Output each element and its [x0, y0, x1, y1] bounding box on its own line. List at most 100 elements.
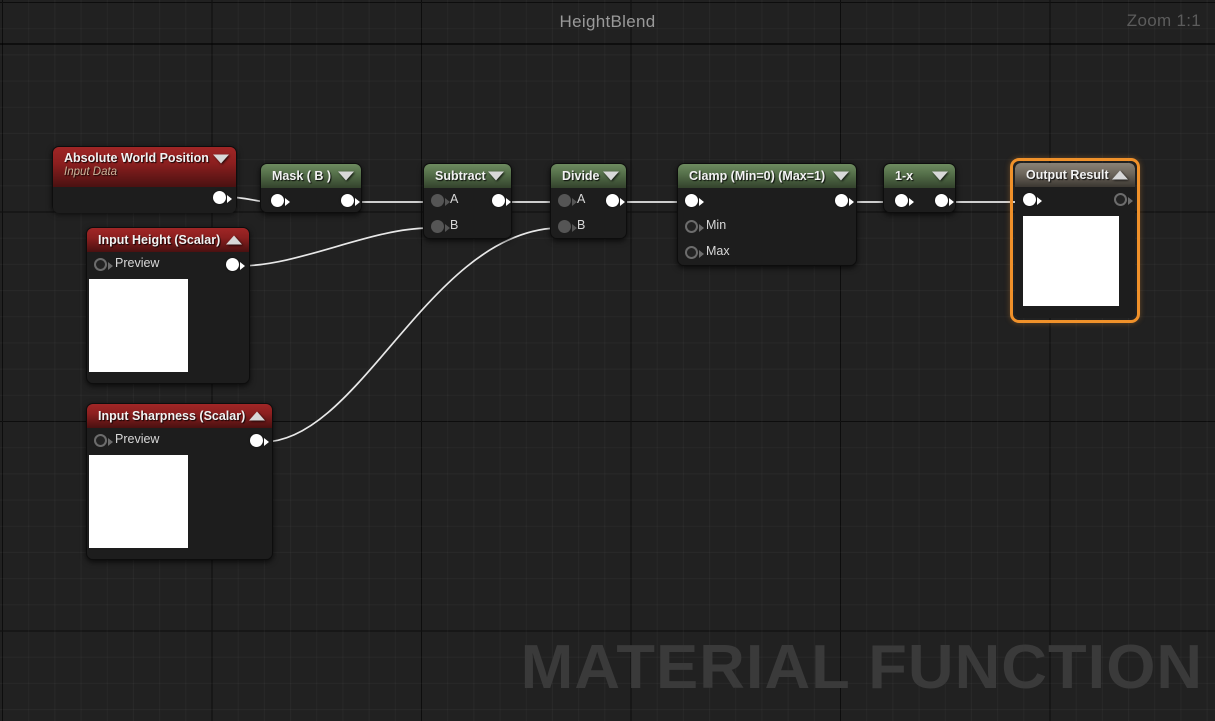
input-pin-min[interactable]	[685, 220, 698, 233]
output-pin[interactable]	[606, 194, 619, 207]
input-label-min: Min	[706, 218, 727, 232]
chevron-down-icon[interactable]	[603, 171, 619, 181]
input-pin-arrow-icon	[699, 198, 704, 206]
input-label-max: Max	[706, 244, 730, 258]
output-pin-arrow-icon	[949, 198, 954, 206]
node-body: Preview	[87, 428, 272, 559]
node-title: Divide	[562, 169, 600, 183]
chevron-down-icon[interactable]	[932, 171, 948, 181]
node-header[interactable]: Mask ( B )	[261, 164, 361, 188]
node-absolute-world-position[interactable]: Absolute World Position Input Data	[52, 146, 237, 213]
chevron-down-icon[interactable]	[488, 171, 504, 181]
input-pin-max[interactable]	[685, 246, 698, 259]
node-header[interactable]: Subtract	[424, 164, 511, 188]
node-input-sharpness[interactable]: Input Sharpness (Scalar) Preview	[86, 403, 273, 560]
chevron-up-icon[interactable]	[226, 235, 242, 245]
input-label-a: A	[577, 192, 586, 206]
node-subtract[interactable]: Subtract A B	[423, 163, 512, 239]
preview-pin[interactable]	[94, 434, 107, 447]
output-pin[interactable]	[213, 191, 226, 204]
output-pin-arrow-icon	[227, 195, 232, 203]
input-pin[interactable]	[1023, 193, 1036, 206]
zoom-level-indicator: Zoom 1:1	[1126, 11, 1201, 30]
output-pin[interactable]	[492, 194, 505, 207]
chevron-up-icon[interactable]	[1112, 170, 1128, 180]
node-header[interactable]: Divide	[551, 164, 626, 188]
output-pin[interactable]	[835, 194, 848, 207]
output-pin-arrow-icon	[849, 198, 854, 206]
input-pin-max-arrow-icon	[699, 250, 704, 258]
top-divider	[0, 43, 1215, 45]
node-body	[261, 188, 361, 212]
wire-height-to-subtract-b	[238, 227, 431, 267]
output-pin-arrow-icon	[240, 262, 245, 270]
node-mask-b[interactable]: Mask ( B )	[260, 163, 362, 213]
input-pin-arrow-icon	[1037, 197, 1042, 205]
output-pin-arrow-icon	[620, 198, 625, 206]
output-pin[interactable]	[226, 258, 239, 271]
preview-pin[interactable]	[94, 258, 107, 271]
material-function-watermark: MATERIAL FUNCTION	[520, 633, 1203, 702]
node-header[interactable]: Input Height (Scalar)	[87, 228, 249, 252]
page-title: HeightBlend	[559, 12, 656, 31]
output-pin-arrow-icon	[264, 438, 269, 446]
node-body	[884, 188, 955, 212]
node-title: Input Height (Scalar)	[98, 233, 221, 247]
input-label-b: B	[577, 218, 586, 232]
input-pin-arrow-icon	[909, 198, 914, 206]
node-header[interactable]: Output Result	[1015, 163, 1135, 187]
node-title: Output Result	[1026, 168, 1109, 182]
input-pin[interactable]	[271, 194, 284, 207]
node-body: Preview	[87, 252, 249, 383]
output-pin[interactable]	[1114, 193, 1127, 206]
node-body: Min Max	[678, 188, 856, 265]
preview-pin-arrow-icon	[108, 262, 113, 270]
output-pin[interactable]	[250, 434, 263, 447]
node-body: A B	[424, 188, 511, 238]
node-output-result[interactable]: Output Result	[1010, 158, 1140, 323]
input-pin-b[interactable]	[431, 220, 444, 233]
node-title: Subtract	[435, 169, 486, 183]
node-input-height[interactable]: Input Height (Scalar) Preview	[86, 227, 250, 384]
output-pin[interactable]	[341, 194, 354, 207]
graph-top-bar: HeightBlend	[0, 0, 1215, 44]
input-pin[interactable]	[895, 194, 908, 207]
node-title: Input Sharpness (Scalar)	[98, 409, 246, 423]
chevron-down-icon[interactable]	[213, 154, 229, 164]
node-one-minus-x[interactable]: 1-x	[883, 163, 956, 213]
preview-thumbnail	[1023, 216, 1119, 306]
chevron-down-icon[interactable]	[833, 171, 849, 181]
node-header[interactable]: Clamp (Min=0) (Max=1)	[678, 164, 856, 188]
chevron-up-icon[interactable]	[249, 411, 265, 421]
input-pin-a[interactable]	[558, 194, 571, 207]
output-pin-arrow-icon	[1128, 197, 1133, 205]
wire-sharpness-to-divide-b	[262, 227, 558, 443]
node-title: Clamp (Min=0) (Max=1)	[689, 169, 826, 183]
input-pin-min-arrow-icon	[699, 224, 704, 232]
preview-thumbnail	[89, 455, 188, 548]
node-title: 1-x	[895, 169, 914, 183]
node-clamp[interactable]: Clamp (Min=0) (Max=1) Min Max	[677, 163, 857, 266]
node-divide[interactable]: Divide A B	[550, 163, 627, 239]
input-label-a: A	[450, 192, 459, 206]
input-pin-arrow-icon	[285, 198, 290, 206]
node-title: Mask ( B )	[272, 169, 332, 183]
preview-label: Preview	[115, 432, 160, 446]
node-body	[1015, 187, 1135, 318]
output-pin-arrow-icon	[355, 198, 360, 206]
chevron-down-icon[interactable]	[338, 171, 354, 181]
output-pin-arrow-icon	[506, 198, 511, 206]
output-pin[interactable]	[935, 194, 948, 207]
node-header[interactable]: 1-x	[884, 164, 955, 188]
input-label-b: B	[450, 218, 459, 232]
node-header[interactable]: Input Sharpness (Scalar)	[87, 404, 272, 428]
input-pin[interactable]	[685, 194, 698, 207]
preview-pin-arrow-icon	[108, 438, 113, 446]
input-pin-a[interactable]	[431, 194, 444, 207]
material-graph-canvas[interactable]: HeightBlend Zoom 1:1 MATERIAL FUNCTION A…	[0, 0, 1215, 721]
node-title: Absolute World Position	[64, 151, 209, 165]
input-pin-b[interactable]	[558, 220, 571, 233]
preview-thumbnail	[89, 279, 188, 372]
preview-label: Preview	[115, 256, 160, 270]
node-header[interactable]: Absolute World Position Input Data	[53, 147, 236, 187]
